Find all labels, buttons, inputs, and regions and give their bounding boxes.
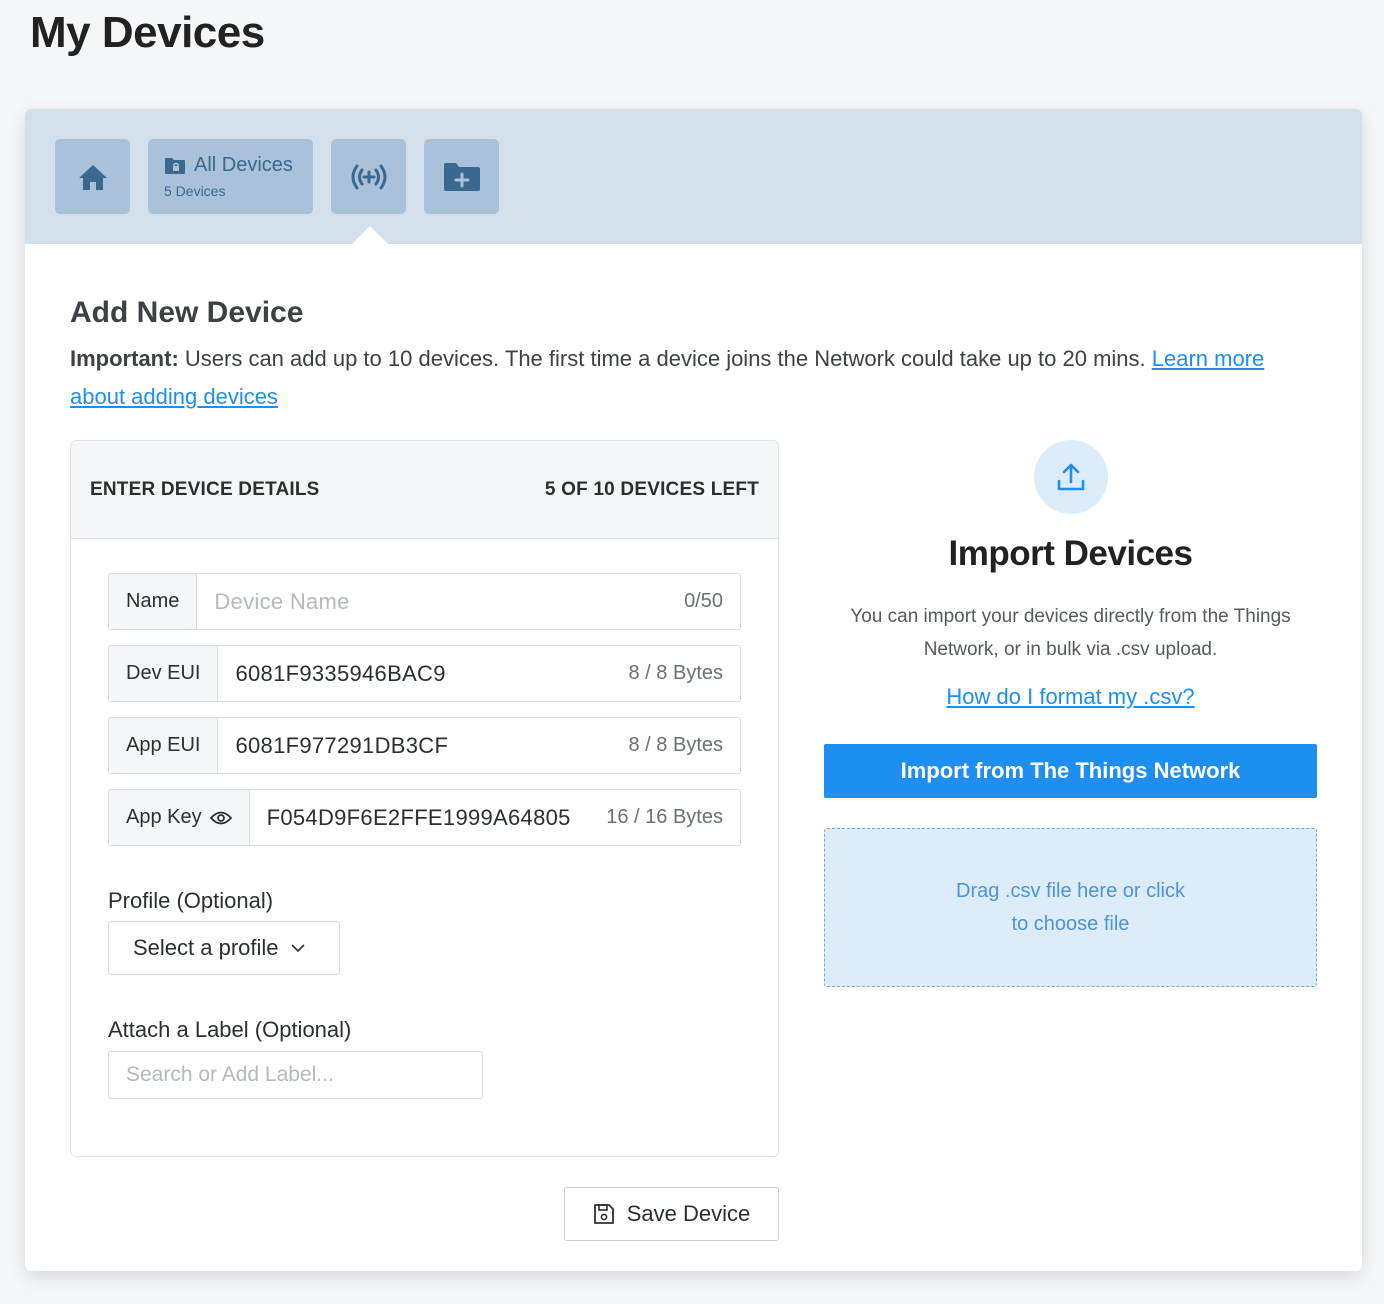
app-key-input[interactable]: F054D9F6E2FFE1999A64805 [250, 805, 607, 831]
home-icon [78, 164, 107, 190]
import-description: You can import your devices directly fro… [850, 606, 1291, 660]
name-char-count: 0/50 [684, 590, 723, 612]
save-device-label: Save Device [626, 1201, 751, 1226]
dev-eui-byte-count: 8 / 8 Bytes [628, 662, 724, 684]
app-key-label: App Key [126, 806, 202, 828]
app-key-byte-count: 16 / 16 Bytes [606, 806, 723, 828]
devices-left-count: 5 OF 10 DEVICES LEFT [544, 478, 759, 500]
folder-lock-icon [165, 157, 185, 174]
profile-select[interactable]: Select a profile [108, 921, 340, 975]
save-device-button[interactable]: Save Device [564, 1187, 779, 1241]
tab-new-folder[interactable] [424, 139, 499, 214]
csv-format-link[interactable]: How do I format my .csv? [946, 684, 1194, 710]
dev-eui-field[interactable]: Dev EUI 6081F9335946BAC9 8 / 8 Bytes [108, 645, 741, 702]
tab-all-devices-label: All Devices [194, 154, 293, 176]
chevron-down-icon [290, 943, 305, 952]
dropzone-line-2: to choose file [1011, 912, 1130, 935]
tab-all-devices[interactable]: All Devices 5 Devices [148, 139, 313, 214]
important-text: Users can add up to 10 devices. The firs… [178, 346, 1152, 371]
csv-dropzone[interactable]: Drag .csv file here or click to choose f… [824, 828, 1317, 987]
form-header-title: ENTER DEVICE DETAILS [90, 478, 320, 500]
import-ttn-button[interactable]: Import from The Things Network [824, 744, 1317, 798]
import-title: Import Devices [948, 534, 1193, 573]
import-panel: Import Devices You can import your devic… [824, 440, 1317, 987]
name-field[interactable]: Name Device Name 0/50 [108, 573, 741, 630]
app-eui-label: App EUI [109, 718, 219, 773]
dev-eui-input[interactable]: 6081F9335946BAC9 [218, 661, 628, 687]
eye-icon[interactable] [209, 810, 232, 826]
dev-eui-label: Dev EUI [109, 646, 219, 701]
upload-icon [1057, 463, 1084, 491]
page-title: My Devices [30, 8, 265, 57]
app-key-label-cell: App Key [109, 790, 250, 845]
name-input[interactable]: Device Name [197, 589, 684, 615]
app-eui-input[interactable]: 6081F977291DB3CF [218, 733, 628, 759]
tab-home[interactable] [55, 139, 130, 214]
upload-icon-circle [1033, 440, 1108, 514]
app-eui-field[interactable]: App EUI 6081F977291DB3CF 8 / 8 Bytes [108, 717, 741, 774]
active-tab-pointer [352, 226, 388, 244]
section-title: Add New Device [70, 296, 304, 329]
tab-bar: All Devices 5 Devices [25, 109, 1362, 244]
app-eui-byte-count: 8 / 8 Bytes [628, 734, 724, 756]
attach-label-heading: Attach a Label (Optional) [108, 1017, 352, 1042]
label-search-input[interactable]: Search or Add Label... [108, 1051, 483, 1099]
dropzone-line-1: Drag .csv file here or click [956, 879, 1185, 902]
name-field-label: Name [109, 574, 198, 629]
form-header: ENTER DEVICE DETAILS 5 OF 10 DEVICES LEF… [71, 441, 778, 539]
important-note: Important: Users can add up to 10 device… [70, 340, 1300, 416]
app-key-field[interactable]: App Key F054D9F6E2FFE1999A64805 16 / 16 … [108, 789, 741, 846]
broadcast-add-icon [351, 164, 386, 189]
tab-all-devices-count: 5 Devices [164, 183, 226, 199]
save-icon [593, 1204, 614, 1224]
tab-add-device[interactable] [331, 139, 406, 214]
device-form-panel: ENTER DEVICE DETAILS 5 OF 10 DEVICES LEF… [70, 440, 779, 1157]
folder-plus-icon [443, 162, 480, 191]
important-prefix: Important: [70, 346, 179, 371]
profile-label: Profile (Optional) [108, 888, 274, 913]
device-card: All Devices 5 Devices Add New Device Imp… [25, 109, 1362, 1271]
profile-select-value: Select a profile [133, 935, 279, 960]
